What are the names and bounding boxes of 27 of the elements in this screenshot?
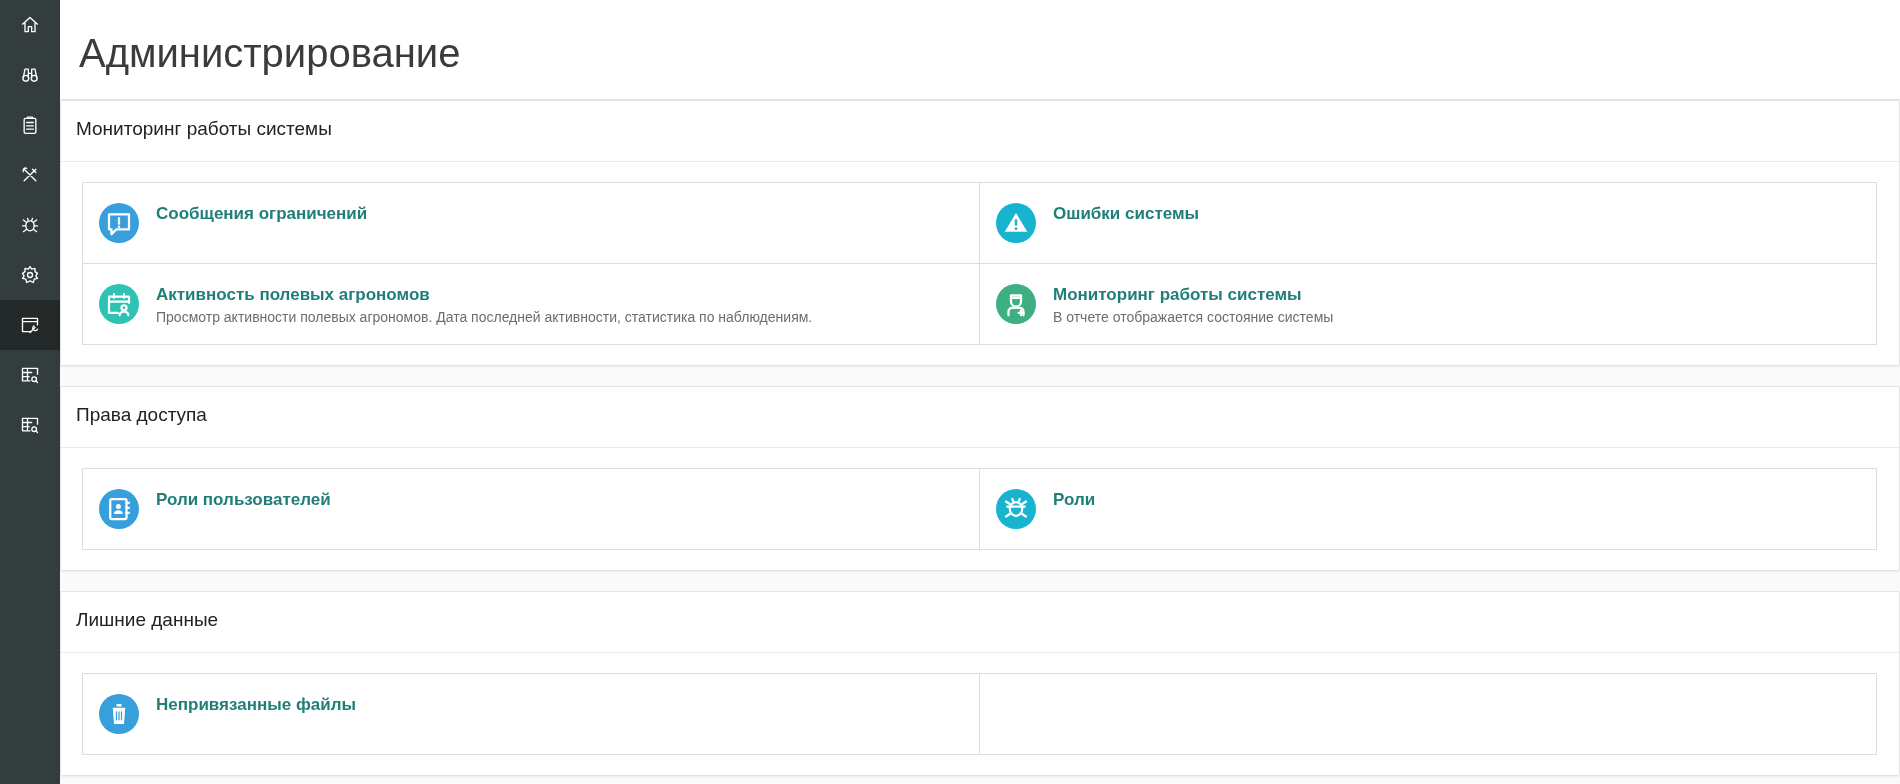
gear-icon: [20, 265, 40, 285]
section-heading: Права доступа: [61, 387, 1899, 448]
tile-link[interactable]: Роли: [1053, 490, 1096, 510]
table-search-icon: [20, 415, 40, 435]
doctor-icon: [996, 284, 1036, 324]
sidebar-item[interactable]: [0, 300, 60, 350]
tile-description: В отчете отображается состояние системы: [1053, 309, 1334, 325]
tile-link[interactable]: Ошибки системы: [1053, 204, 1200, 224]
trash-icon: [99, 694, 139, 734]
section-heading: Мониторинг работы системы: [61, 101, 1899, 162]
bug-icon: [20, 215, 40, 235]
table-search-icon: [20, 365, 40, 385]
bug-icon: [996, 489, 1036, 529]
tile-link[interactable]: Роли пользователей: [156, 490, 331, 510]
contact-book-icon: [99, 489, 139, 529]
tile-description: Просмотр активности полевых агрономов. Дата последней активности, статистика по наблюдениям.: [156, 309, 813, 325]
section-heading: Лишние данные: [61, 592, 1899, 653]
window-wrench-icon: [20, 315, 40, 335]
tile-link[interactable]: Непривязанные файлы: [156, 695, 356, 715]
home-icon: [20, 15, 40, 35]
tile-link[interactable]: Сообщения ограничений: [156, 204, 368, 224]
calendar-person-icon: [99, 284, 139, 324]
tile-link[interactable]: Мониторинг работы системы: [1053, 285, 1302, 305]
tile-link[interactable]: Активность полевых агрономов: [156, 285, 430, 305]
warning-icon: [996, 203, 1036, 243]
speech-bubble-icon: [99, 203, 139, 243]
page-title: Администрирование: [60, 0, 1900, 100]
